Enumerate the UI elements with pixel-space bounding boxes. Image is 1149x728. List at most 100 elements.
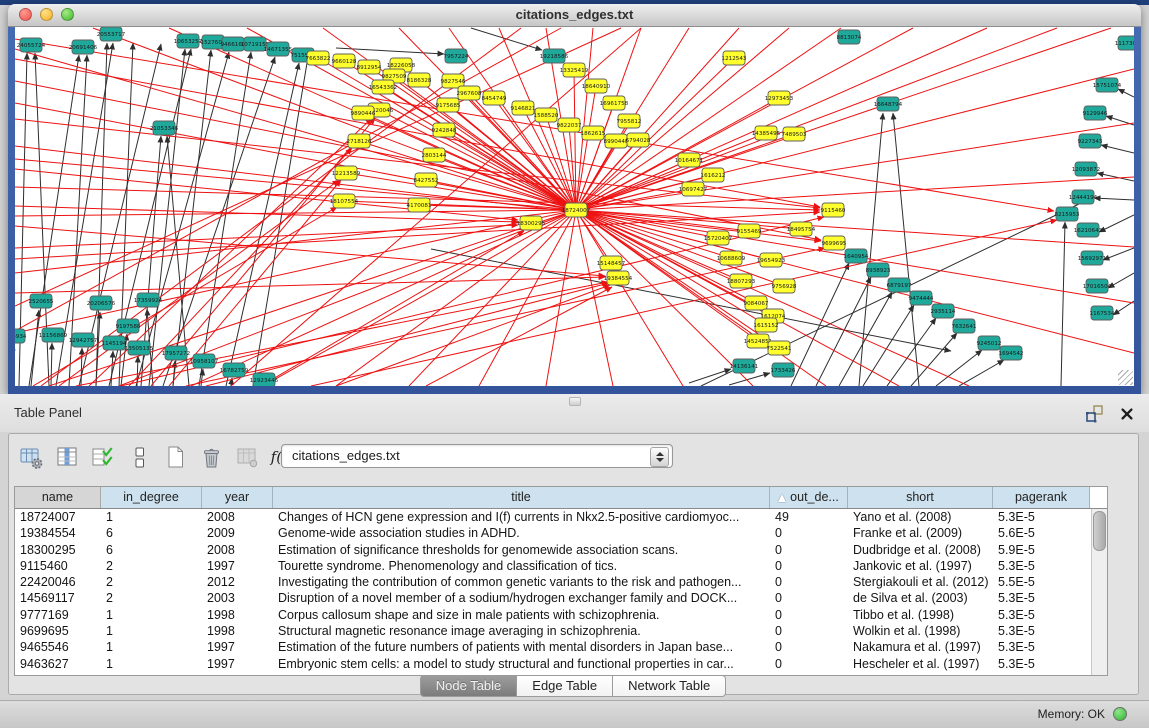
graph-node[interactable]: 9890446 [351,106,376,120]
table-cell[interactable]: 2 [101,590,202,606]
table-cell[interactable]: 5.3E-5 [993,509,1090,525]
graph-node[interactable]: 12213589 [332,166,361,180]
graph-node[interactable]: 11156869 [39,328,68,342]
graph-node[interactable]: 2803144 [422,148,447,162]
table-cell[interactable]: Corpus callosum shape and size in male p… [273,607,770,623]
graph-node[interactable]: 1167534 [1090,306,1115,320]
resize-grip-icon[interactable] [1118,370,1133,385]
graph-node[interactable]: 15148457 [597,256,626,270]
graph-node[interactable]: 17359924 [134,293,163,307]
graph-node[interactable]: 7957224 [444,49,469,63]
new-document-icon[interactable] [163,445,188,470]
table-cell[interactable]: Changes of HCN gene expression and I(f) … [273,509,770,525]
graph-node[interactable]: 9227343 [1078,134,1103,148]
graph-node[interactable]: 16961758 [600,96,629,110]
table-cell[interactable]: 0 [770,623,848,639]
graph-node[interactable]: 9245012 [977,336,1002,350]
table-cell[interactable]: 1998 [202,607,273,623]
import-table-disabled-icon[interactable] [235,445,260,470]
graph-node[interactable]: 9699695 [822,236,847,250]
graph-node[interactable]: 15692971 [1078,251,1107,265]
graph-node[interactable]: 9756928 [772,279,797,293]
graph-node[interactable]: 14136141 [730,359,759,373]
table-row[interactable]: 977716911998Corpus callosum shape and si… [15,607,1107,623]
graph-node[interactable]: 1694542 [999,346,1024,360]
table-scrollbar[interactable] [1091,509,1107,675]
graph-node[interactable]: 10697427 [679,182,708,196]
table-cell[interactable]: 1998 [202,623,273,639]
table-cell[interactable]: 0 [770,607,848,623]
table-cell[interactable]: Genome-wide association studies in ADHD. [273,525,770,541]
graph-node[interactable]: 20206576 [87,296,116,310]
graph-node[interactable]: 18300295 [517,216,546,230]
close-window-icon[interactable] [19,8,32,21]
table-cell[interactable]: 0 [770,542,848,558]
table-cell[interactable]: 1997 [202,558,273,574]
table-cell[interactable]: Stergiakouli et al. (2012) [848,574,993,590]
table-cell[interactable]: 1 [101,509,202,525]
graph-node[interactable]: 8912954 [357,60,382,74]
tab-edge-table[interactable]: Edge Table [516,675,613,697]
graph-node[interactable]: 17957272 [162,346,190,360]
table-cell[interactable]: 1997 [202,639,273,655]
graph-node[interactable]: 7955812 [617,114,642,128]
table-select-combobox[interactable]: citations_edges.txt [281,444,673,468]
graph-node[interactable]: 9660128 [332,54,357,68]
table-row[interactable]: 2242004622012Investigating the contribut… [15,574,1107,590]
graph-node[interactable]: 6794028 [626,133,651,147]
table-cell[interactable]: 2003 [202,590,273,606]
graph-node[interactable]: 9146821 [511,101,536,115]
graph-node[interactable]: 17016504 [1083,279,1112,293]
delete-icon[interactable] [199,445,224,470]
graph-node[interactable]: 1640954 [844,249,869,263]
graph-node[interactable]: 9084067 [744,296,769,310]
graph-node[interactable]: 2718126 [347,134,372,148]
table-cell[interactable]: 1 [101,656,202,672]
memory-status-dot[interactable] [1113,707,1127,721]
graph-node[interactable]: 8813074 [837,30,862,44]
graph-node[interactable]: 1588520 [534,108,559,122]
table-cell[interactable]: Tourette syndrome. Phenomenology and cla… [273,558,770,574]
table-cell[interactable]: 22420046 [15,574,101,590]
network-canvas[interactable]: 2405572420691406205537171065325715276029… [15,27,1134,386]
column-header-year[interactable]: year [202,487,273,508]
graph-node[interactable]: 1212543 [722,51,747,65]
table-cell[interactable]: 9463627 [15,656,101,672]
table-cell[interactable]: Estimation of significance thresholds fo… [273,542,770,558]
graph-node[interactable]: 9175685 [436,98,461,112]
graph-node[interactable]: 8938923 [866,263,891,277]
table-row[interactable]: 1872400712008Changes of HCN gene express… [15,509,1107,525]
combo-stepper-icon[interactable] [650,447,669,467]
close-icon[interactable] [1119,406,1135,422]
table-cell[interactable]: Yano et al. (2008) [848,509,993,525]
graph-node[interactable]: 9155469 [737,224,762,238]
table-cell[interactable]: 9115460 [15,558,101,574]
graph-node[interactable]: 15720407 [704,231,733,245]
graph-node[interactable]: 19654923 [757,253,786,267]
graph-node[interactable]: 16782759 [220,363,249,377]
graph-node[interactable]: 7663822 [306,51,331,65]
minimize-window-icon[interactable] [40,8,53,21]
graph-node[interactable]: 12973453 [765,91,794,105]
tab-node-table[interactable]: Node Table [420,675,518,697]
graph-node[interactable]: 10958107 [190,354,219,368]
table-cell[interactable]: 2009 [202,525,273,541]
column-header-title[interactable]: title [273,487,770,508]
table-cell[interactable]: 5.9E-5 [993,542,1090,558]
table-cell[interactable]: Hescheler et al. (1997) [848,656,993,672]
column-header-short[interactable]: short [848,487,993,508]
graph-node[interactable]: 2935114 [931,304,956,318]
column-header-in_degree[interactable]: in_degree [101,487,202,508]
graph-node[interactable]: 8215953 [1055,207,1080,221]
table-cell[interactable]: 0 [770,590,848,606]
graph-node[interactable]: 12923446 [250,373,279,386]
graph-node[interactable]: 13505135 [125,341,154,355]
network-graph[interactable]: 2405572420691406205537171065325715276029… [15,27,1134,386]
graph-node[interactable]: 18640910 [582,79,611,93]
table-cell[interactable]: 0 [770,656,848,672]
graph-node[interactable]: 1733426 [771,363,796,377]
table-cell[interactable]: 5.3E-5 [993,639,1090,655]
graph-node[interactable]: 21053346 [150,121,179,135]
graph-node[interactable]: 18495754 [787,222,816,236]
graph-node[interactable]: 1615152 [754,318,779,332]
